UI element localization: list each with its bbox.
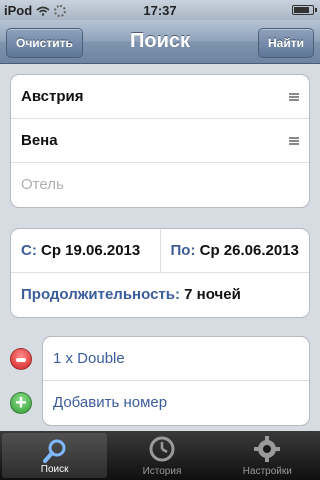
tab-bar: Поиск История Настройки: [0, 431, 320, 480]
check-out-label: По:: [170, 242, 196, 259]
country-value: Австрия: [21, 88, 84, 105]
reorder-icon: [289, 93, 299, 101]
tab-settings[interactable]: Настройки: [215, 431, 320, 480]
status-bar: iPod 17:37: [0, 0, 320, 20]
check-in-label: С:: [21, 242, 37, 259]
check-in-cell[interactable]: С: Ср 19.06.2013: [11, 229, 160, 272]
country-row[interactable]: Австрия: [11, 75, 309, 119]
dates-group: С: Ср 19.06.2013 По: Ср 26.06.2013 Продо…: [10, 228, 310, 318]
add-room-label: Добавить номер: [53, 394, 168, 411]
battery-level: [294, 7, 310, 13]
check-out-cell[interactable]: По: Ср 26.06.2013: [159, 229, 310, 272]
hotel-row[interactable]: Отель: [11, 163, 309, 207]
tab-search[interactable]: Поиск: [2, 433, 108, 478]
room-row[interactable]: 1 x Double: [43, 337, 309, 381]
add-room-row[interactable]: Добавить номер: [43, 381, 309, 425]
check-out-value: Ср 26.06.2013: [199, 242, 299, 259]
add-room-icon[interactable]: +: [10, 392, 32, 414]
tab-history-label: История: [142, 466, 182, 477]
status-time: 17:37: [143, 3, 177, 18]
city-value: Вена: [21, 132, 58, 149]
destination-group: Австрия Вена Отель: [10, 74, 310, 208]
reorder-icon: [289, 137, 299, 145]
dates-row: С: Ср 19.06.2013 По: Ср 26.06.2013: [11, 229, 309, 273]
city-row[interactable]: Вена: [11, 119, 309, 163]
room-value: 1 x Double: [53, 350, 125, 367]
navigation-bar: Очистить Поиск Найти: [0, 20, 320, 64]
tab-search-label: Поиск: [40, 464, 69, 475]
duration-value: 7 ночей: [184, 286, 241, 303]
remove-room-icon[interactable]: [10, 348, 32, 370]
duration-row[interactable]: Продолжительность: 7 ночей: [11, 273, 309, 317]
gear-icon: [254, 436, 281, 462]
clock-icon: [149, 436, 175, 462]
hotel-placeholder: Отель: [21, 176, 64, 193]
duration-label: Продолжительность:: [21, 286, 180, 303]
tab-settings-label: Настройки: [242, 466, 292, 477]
tab-history[interactable]: История: [109, 431, 214, 480]
check-in-value: Ср 19.06.2013: [41, 242, 141, 259]
search-icon: [42, 439, 66, 463]
battery-icon: [292, 5, 317, 15]
find-button[interactable]: Найти: [258, 28, 314, 58]
rooms-group: 1 x Double Добавить номер: [42, 336, 310, 426]
